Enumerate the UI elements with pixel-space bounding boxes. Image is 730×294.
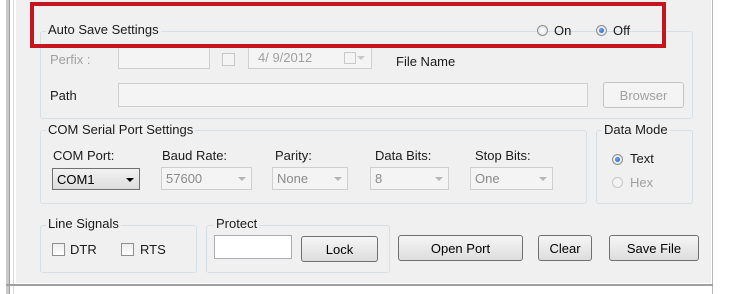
clear-button[interactable]: Clear: [538, 235, 592, 261]
com-port-label: COM Port:: [53, 148, 115, 163]
window-inner-border: [13, 0, 14, 294]
protect-password-input[interactable]: [214, 235, 292, 259]
open-port-button[interactable]: Open Port: [398, 235, 523, 261]
data-mode-hex-radio[interactable]: [612, 177, 623, 188]
data-mode-text-radio[interactable]: [612, 154, 623, 165]
chevron-down-icon: [334, 177, 342, 181]
stop-bits-label: Stop Bits:: [475, 148, 531, 163]
baud-rate-select[interactable]: 57600: [161, 167, 252, 190]
highlight-box: [30, 2, 666, 48]
data-bits-label: Data Bits:: [375, 148, 432, 163]
prefix-label: Perfix :: [50, 52, 91, 67]
path-input[interactable]: [118, 83, 588, 107]
data-mode-text-label[interactable]: Text: [630, 151, 654, 166]
save-file-button[interactable]: Save File: [609, 235, 699, 261]
date-value: 4/ 9/2012: [258, 50, 313, 65]
data-mode-group-label: Data Mode: [602, 122, 670, 137]
browser-button[interactable]: Browser: [603, 82, 684, 108]
date-dropdown-icon[interactable]: [357, 56, 365, 60]
data-mode-group: [596, 130, 693, 204]
window-bottom-border: [6, 284, 713, 286]
data-mode-hex-label[interactable]: Hex: [630, 175, 653, 190]
file-name-label: File Name: [396, 54, 456, 69]
com-settings-group-label: COM Serial Port Settings: [46, 122, 196, 137]
data-bits-value: 8: [375, 171, 383, 186]
parity-select[interactable]: None: [272, 167, 348, 190]
com-port-value: COM1: [57, 172, 95, 187]
path-label: Path: [50, 88, 77, 103]
window-left-border: [6, 0, 10, 294]
parity-value: None: [277, 171, 309, 186]
prefix-input[interactable]: [118, 47, 210, 69]
dtr-checkbox[interactable]: [52, 243, 65, 256]
baud-rate-label: Baud Rate:: [162, 148, 228, 163]
chevron-down-icon: [435, 177, 443, 181]
chevron-down-icon: [539, 177, 547, 181]
window-right-border: [712, 0, 713, 294]
lock-button[interactable]: Lock: [301, 236, 378, 262]
line-signals-group-label: Line Signals: [46, 216, 121, 231]
chevron-down-icon: [238, 177, 246, 181]
calendar-icon[interactable]: [344, 52, 356, 64]
date-enable-checkbox[interactable]: [222, 53, 235, 66]
rts-checkbox[interactable]: [121, 243, 134, 256]
stop-bits-value: One: [475, 171, 500, 186]
data-bits-select[interactable]: 8: [370, 167, 449, 190]
dtr-label[interactable]: DTR: [70, 242, 97, 257]
chevron-down-icon: [126, 178, 134, 182]
stop-bits-select[interactable]: One: [470, 167, 553, 190]
baud-rate-value: 57600: [166, 171, 203, 186]
parity-label: Parity:: [275, 148, 312, 163]
protect-group-label: Protect: [214, 216, 260, 231]
rts-label[interactable]: RTS: [140, 242, 166, 257]
com-port-select[interactable]: COM1: [52, 168, 140, 190]
